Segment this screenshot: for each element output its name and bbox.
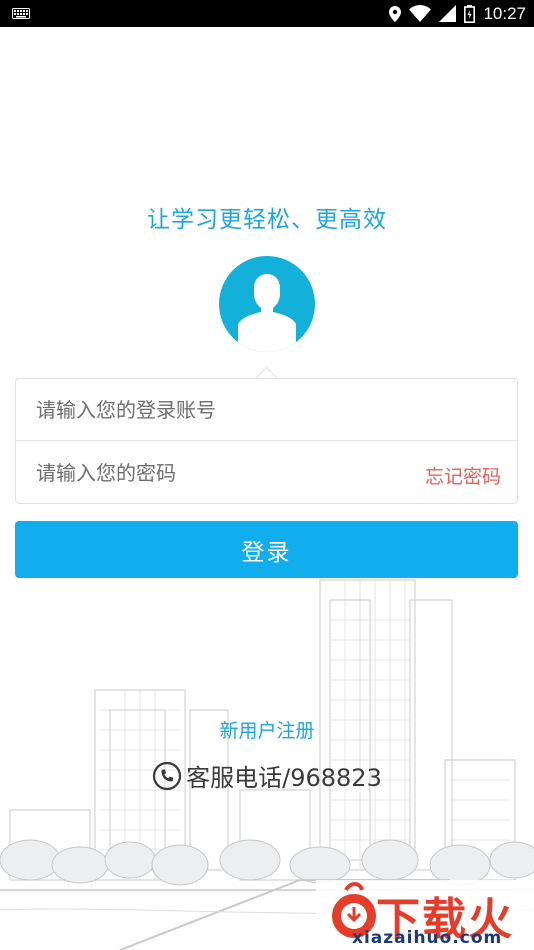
watermark-url: xiazaihuo.com — [352, 928, 503, 948]
phone-icon — [153, 761, 182, 790]
password-input[interactable] — [34, 460, 398, 486]
forgot-password-link[interactable]: 忘记密码 — [425, 462, 501, 489]
wifi-icon — [409, 5, 432, 22]
clock-time: 10:27 — [483, 3, 526, 23]
battery-icon — [464, 4, 476, 23]
password-field-row: 忘记密码 — [16, 442, 517, 504]
login-form: 忘记密码 — [15, 378, 518, 504]
account-input[interactable] — [34, 396, 398, 423]
app-slogan: 让学习更轻松、更高效 — [147, 207, 387, 233]
customer-service[interactable]: 客服电话/968823 — [0, 758, 534, 793]
account-field-row — [16, 379, 517, 441]
user-avatar-icon — [219, 256, 315, 352]
customer-service-phone: 客服电话/968823 — [186, 764, 382, 792]
register-link[interactable]: 新用户注册 — [0, 716, 534, 743]
login-button[interactable]: 登录 — [15, 521, 518, 578]
keyboard-icon — [12, 8, 30, 19]
signal-icon — [439, 5, 457, 22]
location-icon — [389, 5, 402, 22]
status-bar: 10:27 — [0, 0, 534, 27]
